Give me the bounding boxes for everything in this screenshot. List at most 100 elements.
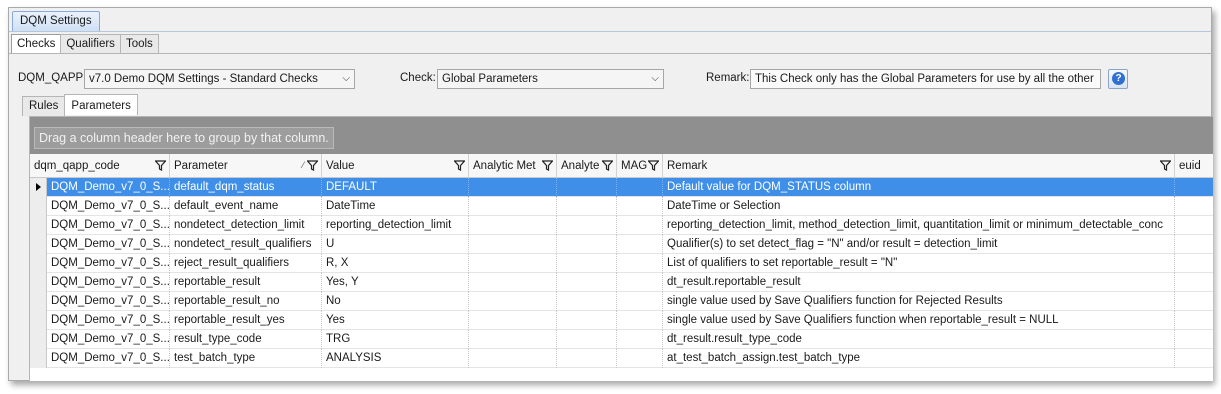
table-row[interactable]: DQM_Demo_v7_0_S... reportable_result Yes… bbox=[30, 273, 1213, 292]
cell-dqm-qapp-code[interactable]: DQM_Demo_v7_0_S... bbox=[47, 273, 170, 292]
cell-analytic-method[interactable] bbox=[469, 254, 557, 273]
column-header-analyte[interactable]: Analyte bbox=[557, 154, 617, 178]
cell-mag[interactable] bbox=[617, 235, 663, 254]
tab-tools[interactable]: Tools bbox=[119, 34, 159, 53]
cell-analytic-method[interactable] bbox=[469, 235, 557, 254]
cell-parameter[interactable]: default_event_name bbox=[170, 197, 322, 216]
cell-analyte[interactable] bbox=[557, 178, 617, 197]
cell-mag[interactable] bbox=[617, 178, 663, 197]
cell-analyte[interactable] bbox=[557, 254, 617, 273]
cell-dqm-qapp-code[interactable]: DQM_Demo_v7_0_S... bbox=[47, 349, 170, 368]
cell-euid[interactable] bbox=[1175, 273, 1213, 292]
column-header-dqm-qapp-code[interactable]: dqm_qapp_code bbox=[30, 154, 170, 178]
cell-mag[interactable] bbox=[617, 254, 663, 273]
cell-remark[interactable]: dt_result.result_type_code bbox=[663, 330, 1175, 349]
cell-euid[interactable] bbox=[1175, 330, 1213, 349]
cell-value[interactable]: U bbox=[322, 235, 469, 254]
cell-remark[interactable]: DateTime or Selection bbox=[663, 197, 1175, 216]
cell-analytic-method[interactable] bbox=[469, 349, 557, 368]
cell-analyte[interactable] bbox=[557, 235, 617, 254]
cell-euid[interactable] bbox=[1175, 216, 1213, 235]
column-header-euid[interactable]: euid bbox=[1175, 154, 1213, 178]
table-row[interactable]: DQM_Demo_v7_0_S... default_event_name Da… bbox=[30, 197, 1213, 216]
cell-parameter[interactable]: result_type_code bbox=[170, 330, 322, 349]
cell-analyte[interactable] bbox=[557, 330, 617, 349]
cell-mag[interactable] bbox=[617, 330, 663, 349]
table-row[interactable]: DQM_Demo_v7_0_S... result_type_code TRG … bbox=[30, 330, 1213, 349]
cell-parameter[interactable]: reject_result_qualifiers bbox=[170, 254, 322, 273]
doc-tab-dqm-settings[interactable]: DQM Settings bbox=[12, 11, 100, 31]
cell-analyte[interactable] bbox=[557, 292, 617, 311]
cell-dqm-qapp-code[interactable]: DQM_Demo_v7_0_S... bbox=[47, 330, 170, 349]
cell-dqm-qapp-code[interactable]: DQM_Demo_v7_0_S... bbox=[47, 311, 170, 330]
cell-value[interactable]: DateTime bbox=[322, 197, 469, 216]
cell-value[interactable]: No bbox=[322, 292, 469, 311]
cell-parameter[interactable]: default_dqm_status bbox=[170, 178, 322, 197]
cell-remark[interactable]: at_test_batch_assign.test_batch_type bbox=[663, 349, 1175, 368]
row-indicator[interactable] bbox=[30, 235, 47, 254]
filter-icon[interactable] bbox=[155, 160, 166, 171]
cell-value[interactable]: Yes bbox=[322, 311, 469, 330]
cell-euid[interactable] bbox=[1175, 178, 1213, 197]
cell-parameter[interactable]: nondetect_detection_limit bbox=[170, 216, 322, 235]
cell-mag[interactable] bbox=[617, 349, 663, 368]
cell-value[interactable]: DEFAULT bbox=[322, 178, 469, 197]
cell-parameter[interactable]: reportable_result bbox=[170, 273, 322, 292]
cell-remark[interactable]: reporting_detection_limit, method_detect… bbox=[663, 216, 1175, 235]
cell-dqm-qapp-code[interactable]: DQM_Demo_v7_0_S... bbox=[47, 178, 170, 197]
row-indicator[interactable] bbox=[30, 349, 47, 368]
table-row[interactable]: DQM_Demo_v7_0_S... default_dqm_status DE… bbox=[30, 178, 1213, 197]
column-header-mag[interactable]: MAG bbox=[617, 154, 663, 178]
cell-mag[interactable] bbox=[617, 311, 663, 330]
remark-field[interactable]: This Check only has the Global Parameter… bbox=[750, 69, 1101, 89]
cell-dqm-qapp-code[interactable]: DQM_Demo_v7_0_S... bbox=[47, 254, 170, 273]
cell-mag[interactable] bbox=[617, 292, 663, 311]
column-header-value[interactable]: Value bbox=[322, 154, 469, 178]
column-header-remark[interactable]: Remark bbox=[663, 154, 1175, 178]
cell-remark[interactable]: Default value for DQM_STATUS column bbox=[663, 178, 1175, 197]
tab-parameters[interactable]: Parameters bbox=[64, 94, 138, 115]
cell-parameter[interactable]: nondetect_result_qualifiers bbox=[170, 235, 322, 254]
dqm-qapp-select[interactable]: v7.0 Demo DQM Settings - Standard Checks… bbox=[84, 69, 355, 89]
cell-parameter[interactable]: reportable_result_no bbox=[170, 292, 322, 311]
help-button[interactable]: ? bbox=[1108, 69, 1128, 89]
filter-icon[interactable] bbox=[542, 160, 553, 171]
cell-parameter[interactable]: reportable_result_yes bbox=[170, 311, 322, 330]
table-row[interactable]: DQM_Demo_v7_0_S... nondetect_result_qual… bbox=[30, 235, 1213, 254]
cell-analytic-method[interactable] bbox=[469, 197, 557, 216]
cell-analytic-method[interactable] bbox=[469, 273, 557, 292]
row-indicator[interactable] bbox=[30, 311, 47, 330]
cell-dqm-qapp-code[interactable]: DQM_Demo_v7_0_S... bbox=[47, 197, 170, 216]
row-indicator[interactable] bbox=[30, 178, 47, 197]
cell-analytic-method[interactable] bbox=[469, 311, 557, 330]
filter-icon[interactable] bbox=[1160, 160, 1171, 171]
table-row[interactable]: DQM_Demo_v7_0_S... reject_result_qualifi… bbox=[30, 254, 1213, 273]
row-indicator[interactable] bbox=[30, 197, 47, 216]
cell-euid[interactable] bbox=[1175, 349, 1213, 368]
cell-dqm-qapp-code[interactable]: DQM_Demo_v7_0_S... bbox=[47, 235, 170, 254]
check-select[interactable]: Global Parameters ⌵ bbox=[437, 69, 664, 89]
group-by-panel[interactable]: Drag a column header here to group by th… bbox=[30, 117, 1213, 154]
column-header-analytic-method[interactable]: Analytic Met bbox=[469, 154, 557, 178]
cell-analytic-method[interactable] bbox=[469, 292, 557, 311]
cell-mag[interactable] bbox=[617, 197, 663, 216]
cell-mag[interactable] bbox=[617, 273, 663, 292]
cell-euid[interactable] bbox=[1175, 254, 1213, 273]
cell-value[interactable]: TRG bbox=[322, 330, 469, 349]
table-row[interactable]: DQM_Demo_v7_0_S... reportable_result_yes… bbox=[30, 311, 1213, 330]
row-indicator[interactable] bbox=[30, 330, 47, 349]
tab-checks[interactable]: Checks bbox=[11, 34, 62, 54]
row-indicator[interactable] bbox=[30, 273, 47, 292]
cell-analyte[interactable] bbox=[557, 273, 617, 292]
cell-remark[interactable]: dt_result.reportable_result bbox=[663, 273, 1175, 292]
column-header-parameter[interactable]: Parameter ⁄ bbox=[170, 154, 322, 178]
cell-value[interactable]: Yes, Y bbox=[322, 273, 469, 292]
cell-euid[interactable] bbox=[1175, 235, 1213, 254]
filter-icon[interactable] bbox=[307, 160, 318, 171]
filter-icon[interactable] bbox=[454, 160, 465, 171]
cell-remark[interactable]: List of qualifiers to set reportable_res… bbox=[663, 254, 1175, 273]
cell-value[interactable]: reporting_detection_limit bbox=[322, 216, 469, 235]
tab-rules[interactable]: Rules bbox=[22, 96, 66, 116]
cell-mag[interactable] bbox=[617, 216, 663, 235]
cell-remark[interactable]: single value used by Save Qualifiers fun… bbox=[663, 292, 1175, 311]
